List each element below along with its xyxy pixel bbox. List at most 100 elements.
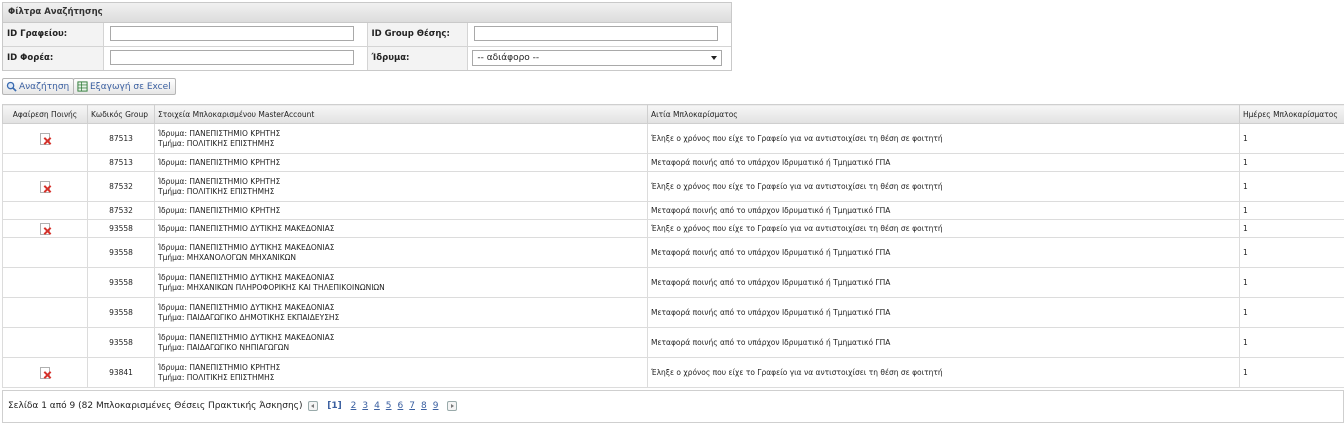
- masteraccount-cell: Ίδρυμα: ΠΑΝΕΠΙΣΤΗΜΙΟ ΔΥΤΙΚΗΣ ΜΑΚΕΔΟΝΙΑΣ: [154, 219, 648, 238]
- masteraccount-cell: Ίδρυμα: ΠΑΝΕΠΙΣΤΗΜΙΟ ΚΡΗΤΗΣ Τμήμα: ΠΟΛΙΤΙ…: [154, 123, 648, 154]
- filters-title: Φίλτρα Αναζήτησης: [3, 3, 731, 23]
- institution-line: Ίδρυμα: ΠΑΝΕΠΙΣΤΗΜΙΟ ΔΥΤΙΚΗΣ ΜΑΚΕΔΟΝΙΑΣ: [158, 302, 335, 312]
- block-days-cell: 1: [1239, 201, 1344, 220]
- remove-penalty-cell: [2, 153, 88, 172]
- search-button-label: Αναζήτηση: [19, 82, 70, 92]
- department-line: Τμήμα: ΠΑΙΔΑΓΩΓΙΚΟ ΝΗΠΙΑΓΩΓΩΝ: [158, 342, 290, 352]
- institution-line: Ίδρυμα: ΠΑΝΕΠΙΣΤΗΜΙΟ ΔΥΤΙΚΗΣ ΜΑΚΕΔΟΝΙΑΣ: [158, 223, 335, 233]
- block-reason-cell: Έληξε ο χρόνος που είχε το Γραφείο για ν…: [647, 123, 1240, 154]
- institution-select[interactable]: -- αδιάφορο --: [472, 50, 723, 66]
- page-link-3[interactable]: 3: [362, 401, 368, 411]
- table-row: 93558 Ίδρυμα: ΠΑΝΕΠΙΣΤΗΜΙΟ ΔΥΤΙΚΗΣ ΜΑΚΕΔΟ…: [2, 219, 1344, 238]
- col-block-reason[interactable]: Αιτία Μπλοκαρίσματος: [647, 104, 1240, 124]
- remove-penalty-cell: [2, 327, 88, 358]
- institution-line: Ίδρυμα: ΠΑΝΕΠΙΣΤΗΜΙΟ ΚΡΗΤΗΣ: [158, 128, 281, 138]
- institution-line: Ίδρυμα: ΠΑΝΕΠΙΣΤΗΜΙΟ ΚΡΗΤΗΣ: [158, 157, 281, 167]
- prev-page-icon[interactable]: [308, 400, 319, 411]
- group-code-cell: 93558: [87, 297, 155, 328]
- remove-penalty-icon[interactable]: [40, 222, 50, 235]
- block-days-cell: 1: [1239, 153, 1344, 172]
- department-line: Τμήμα: ΠΟΛΙΤΙΚΗΣ ΕΠΙΣΤΗΜΗΣ: [158, 138, 275, 148]
- remove-penalty-cell: [2, 201, 88, 220]
- search-filters-panel: Φίλτρα Αναζήτησης ID Γραφείου: ID Group …: [2, 2, 732, 71]
- page-link-7[interactable]: 7: [409, 401, 415, 411]
- block-reason-cell: Έληξε ο χρόνος που είχε το Γραφείο για ν…: [647, 219, 1240, 238]
- table-row: 93841 Ίδρυμα: ΠΑΝΕΠΙΣΤΗΜΙΟ ΚΡΗΤΗΣ Τμήμα: Π…: [2, 357, 1344, 388]
- remove-penalty-cell: [2, 357, 88, 388]
- excel-icon: [77, 81, 88, 92]
- masteraccount-cell: Ίδρυμα: ΠΑΝΕΠΙΣΤΗΜΙΟ ΚΡΗΤΗΣ Τμήμα: ΠΟΛΙΤΙ…: [154, 171, 648, 202]
- group-code-cell: 87532: [87, 171, 155, 202]
- remove-penalty-icon[interactable]: [40, 180, 50, 193]
- pager-summary: Σελίδα 1 από 9 (82 Μπλοκαρισμένες Θέσεις…: [8, 401, 303, 411]
- block-reason-cell: Μεταφορά ποινής από το υπάρχον Ιδρυματικ…: [647, 267, 1240, 298]
- institution-line: Ίδρυμα: ΠΑΝΕΠΙΣΤΗΜΙΟ ΚΡΗΤΗΣ: [158, 176, 281, 186]
- table-row: 87513 Ίδρυμα: ΠΑΝΕΠΙΣΤΗΜΙΟ ΚΡΗΤΗΣ Μεταφορά…: [2, 153, 1344, 172]
- block-reason-cell: Μεταφορά ποινής από το υπάρχον Ιδρυματικ…: [647, 201, 1240, 220]
- export-excel-button[interactable]: Εξαγωγή σε Excel: [73, 78, 176, 95]
- group-code-cell: 87513: [87, 153, 155, 172]
- remove-penalty-cell: [2, 219, 88, 238]
- col-block-days[interactable]: Ημέρες Μπλοκαρίσματος: [1239, 104, 1344, 124]
- institution-line: Ίδρυμα: ΠΑΝΕΠΙΣΤΗΜΙΟ ΔΥΤΙΚΗΣ ΜΑΚΕΔΟΝΙΑΣ: [158, 242, 335, 252]
- chevron-down-icon: [711, 56, 718, 60]
- provider-id-label: ID Φορέα:: [3, 47, 104, 70]
- page-link-9[interactable]: 9: [433, 401, 439, 411]
- department-line: Τμήμα: ΜΗΧΑΝΙΚΩΝ ΠΛΗΡΟΦΟΡΙΚΗΣ ΚΑΙ ΤΗΛΕΠΙ…: [158, 282, 385, 292]
- institution-line: Ίδρυμα: ΠΑΝΕΠΙΣΤΗΜΙΟ ΔΥΤΙΚΗΣ ΜΑΚΕΔΟΝΙΑΣ: [158, 272, 335, 282]
- block-reason-cell: Έληξε ο χρόνος που είχε το Γραφείο για ν…: [647, 357, 1240, 388]
- page-link-8[interactable]: 8: [421, 401, 427, 411]
- provider-id-cell: [104, 47, 367, 70]
- remove-penalty-icon[interactable]: [40, 366, 50, 379]
- masteraccount-cell: Ίδρυμα: ΠΑΝΕΠΙΣΤΗΜΙΟ ΔΥΤΙΚΗΣ ΜΑΚΕΔΟΝΙΑΣ Τ…: [154, 237, 648, 268]
- department-line: Τμήμα: ΠΟΛΙΤΙΚΗΣ ΕΠΙΣΤΗΜΗΣ: [158, 372, 275, 382]
- provider-id-input[interactable]: [109, 50, 354, 65]
- group-id-input[interactable]: [474, 26, 719, 41]
- table-row: 93558 Ίδρυμα: ΠΑΝΕΠΙΣΤΗΜΙΟ ΔΥΤΙΚΗΣ ΜΑΚΕΔΟ…: [2, 267, 1344, 298]
- table-row: 93558 Ίδρυμα: ΠΑΝΕΠΙΣΤΗΜΙΟ ΔΥΤΙΚΗΣ ΜΑΚΕΔΟ…: [2, 297, 1344, 328]
- blocked-positions-table: Αφαίρεση Ποινής Κωδικός Group Στοιχεία Μ…: [2, 104, 1344, 388]
- group-code-cell: 87532: [87, 201, 155, 220]
- institution-line: Ίδρυμα: ΠΑΝΕΠΙΣΤΗΜΙΟ ΚΡΗΤΗΣ: [158, 205, 281, 215]
- block-reason-cell: Μεταφορά ποινής από το υπάρχον Ιδρυματικ…: [647, 297, 1240, 328]
- institution-cell: -- αδιάφορο --: [468, 47, 731, 70]
- office-id-cell: [104, 23, 367, 46]
- masteraccount-cell: Ίδρυμα: ΠΑΝΕΠΙΣΤΗΜΙΟ ΔΥΤΙΚΗΣ ΜΑΚΕΔΟΝΙΑΣ Τ…: [154, 267, 648, 298]
- page-link-4[interactable]: 4: [374, 401, 380, 411]
- block-days-cell: 1: [1239, 357, 1344, 388]
- block-reason-cell: Μεταφορά ποινής από το υπάρχον Ιδρυματικ…: [647, 153, 1240, 172]
- col-masteraccount-details[interactable]: Στοιχεία Μπλοκαρισμένου MasterAccount: [154, 104, 648, 124]
- page-link-6[interactable]: 6: [398, 401, 404, 411]
- table-row: 87532 Ίδρυμα: ΠΑΝΕΠΙΣΤΗΜΙΟ ΚΡΗΤΗΣ Μεταφορά…: [2, 201, 1344, 220]
- block-days-cell: 1: [1239, 171, 1344, 202]
- block-days-cell: 1: [1239, 327, 1344, 358]
- masteraccount-cell: Ίδρυμα: ΠΑΝΕΠΙΣΤΗΜΙΟ ΚΡΗΤΗΣ Τμήμα: ΠΟΛΙΤΙ…: [154, 357, 648, 388]
- remove-penalty-cell: [2, 123, 88, 154]
- group-code-cell: 93841: [87, 357, 155, 388]
- next-page-icon[interactable]: [447, 400, 458, 411]
- filter-row-2: ID Φορέα: Ίδρυμα: -- αδιάφορο --: [3, 47, 731, 70]
- block-days-cell: 1: [1239, 297, 1344, 328]
- filter-row-1: ID Γραφείου: ID Group Θέσης:: [3, 23, 731, 47]
- table-row: 93558 Ίδρυμα: ΠΑΝΕΠΙΣΤΗΜΙΟ ΔΥΤΙΚΗΣ ΜΑΚΕΔΟ…: [2, 237, 1344, 268]
- masteraccount-cell: Ίδρυμα: ΠΑΝΕΠΙΣΤΗΜΙΟ ΔΥΤΙΚΗΣ ΜΑΚΕΔΟΝΙΑΣ Τ…: [154, 327, 648, 358]
- block-reason-cell: Μεταφορά ποινής από το υπάρχον Ιδρυματικ…: [647, 327, 1240, 358]
- department-line: Τμήμα: ΠΑΙΔΑΓΩΓΙΚΟ ΔΗΜΟΤΙΚΗΣ ΕΚΠΑΙΔΕΥΣΗΣ: [158, 312, 340, 322]
- remove-penalty-icon[interactable]: [40, 132, 50, 145]
- col-group-code[interactable]: Κωδικός Group: [87, 104, 155, 124]
- remove-penalty-cell: [2, 237, 88, 268]
- institution-line: Ίδρυμα: ΠΑΝΕΠΙΣΤΗΜΙΟ ΚΡΗΤΗΣ: [158, 362, 281, 372]
- masteraccount-cell: Ίδρυμα: ΠΑΝΕΠΙΣΤΗΜΙΟ ΚΡΗΤΗΣ: [154, 153, 648, 172]
- group-code-cell: 87513: [87, 123, 155, 154]
- search-button[interactable]: Αναζήτηση: [2, 78, 75, 95]
- office-id-input[interactable]: [109, 26, 354, 41]
- table-header-row: Αφαίρεση Ποινής Κωδικός Group Στοιχεία Μ…: [2, 104, 1344, 124]
- remove-penalty-cell: [2, 171, 88, 202]
- page-link-5[interactable]: 5: [386, 401, 392, 411]
- page-link-2[interactable]: 2: [351, 401, 357, 411]
- col-remove-penalty[interactable]: Αφαίρεση Ποινής: [2, 104, 88, 124]
- group-id-cell: [468, 23, 731, 46]
- pager: Σελίδα 1 από 9 (82 Μπλοκαρισμένες Θέσεις…: [2, 390, 1344, 423]
- block-days-cell: 1: [1239, 219, 1344, 238]
- group-code-cell: 93558: [87, 267, 155, 298]
